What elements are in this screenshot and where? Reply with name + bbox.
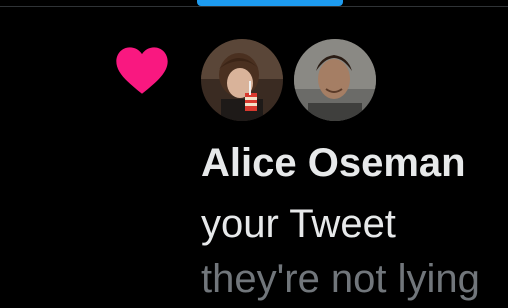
like-notification[interactable]: Alice Oseman your Tweet they're not lyin…: [0, 0, 508, 308]
action-text: your Tweet: [201, 202, 396, 246]
avatar-alice-oseman[interactable]: [201, 39, 283, 121]
actor-name[interactable]: Alice Oseman: [201, 141, 466, 186]
avatar-second-user[interactable]: [294, 39, 376, 121]
heart-icon: [114, 44, 170, 96]
tweet-preview: they're not lying: [201, 257, 480, 301]
